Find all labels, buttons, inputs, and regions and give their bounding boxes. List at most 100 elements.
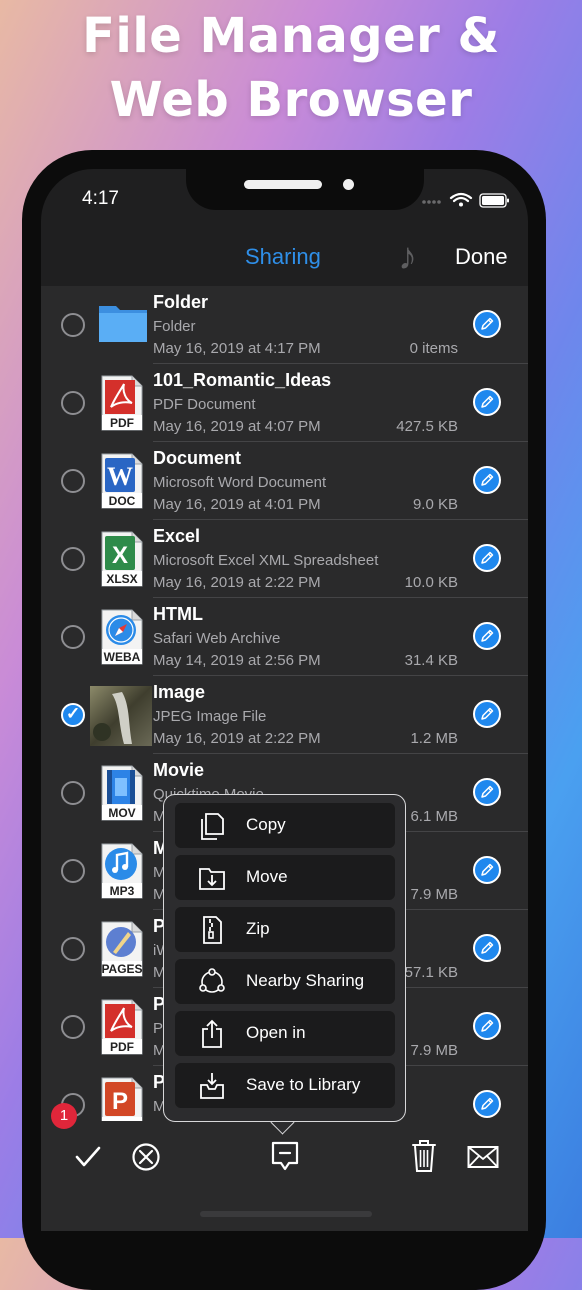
zip-icon [203, 916, 222, 944]
deselect-all-icon[interactable] [130, 1141, 162, 1173]
select-checkbox[interactable] [61, 937, 85, 961]
pages-icon: PAGES [98, 920, 146, 978]
trash-icon[interactable] [410, 1138, 438, 1174]
svg-text:X: X [112, 542, 128, 569]
wifi-icon [449, 192, 473, 203]
edit-pencil-icon[interactable] [473, 622, 501, 650]
file-size: 9.0 KB [412, 496, 458, 513]
edit-pencil-icon[interactable] [473, 856, 501, 884]
done-button[interactable]: Done [455, 244, 508, 270]
menu-item-save-to-library[interactable]: Save to Library [175, 1063, 395, 1108]
edit-pencil-icon[interactable] [473, 934, 501, 962]
svg-text:DOC: DOC [109, 494, 136, 508]
file-name: Folder [153, 292, 209, 312]
select-checkbox[interactable] [61, 313, 85, 337]
file-size: 31.4 KB [404, 652, 458, 669]
menu-item-copy[interactable]: Copy [175, 803, 395, 848]
move-folder-icon [199, 868, 225, 890]
file-type: Microsoft Excel XML Spreadsheet [153, 552, 379, 569]
copy-icon [201, 813, 224, 840]
image-thumbnail [90, 686, 152, 746]
xlsx-icon: X XLSX [98, 530, 146, 588]
file-name: 101_Romantic_Ideas [153, 370, 332, 390]
file-date: May 16, 2019 at 4:17 PM [153, 340, 321, 357]
front-camera [343, 179, 354, 190]
select-checkbox[interactable] [61, 1015, 85, 1039]
menu-item-zip[interactable]: Zip [175, 907, 395, 952]
file-name: Image [153, 682, 206, 702]
edit-pencil-icon[interactable] [473, 310, 501, 338]
select-checkbox[interactable] [61, 859, 85, 883]
svg-text:PDF: PDF [110, 1040, 134, 1054]
menu-item-move[interactable]: Move [175, 855, 395, 900]
selected-checkbox[interactable] [61, 703, 85, 727]
battery-icon [479, 193, 509, 208]
file-row[interactable]: PDF 101_Romantic_Ideas PDF Document May … [41, 364, 528, 442]
file-row[interactable]: Image JPEG Image File May 16, 2019 at 2:… [41, 676, 528, 754]
doc-icon: W DOC [98, 452, 146, 510]
menu-item-nearby-sharing[interactable]: Nearby Sharing [175, 959, 395, 1004]
file-row[interactable]: W DOC Document Microsoft Word Document M… [41, 442, 528, 520]
folder-icon [98, 296, 147, 354]
file-date: May 16, 2019 at 2:22 PM [153, 730, 321, 747]
file-date: May 14, 2019 at 2:56 PM [153, 652, 321, 669]
edit-pencil-icon[interactable] [473, 544, 501, 572]
save-library-icon [200, 1073, 224, 1099]
menu-item-label: Nearby Sharing [246, 971, 365, 990]
file-row[interactable]: Folder Folder May 16, 2019 at 4:17 PM 0 … [41, 286, 528, 364]
edit-pencil-icon[interactable] [473, 1090, 501, 1118]
file-name: Document [153, 448, 242, 468]
file-type: Safari Web Archive [153, 630, 281, 647]
svg-text:PDF: PDF [110, 416, 134, 430]
select-checkbox[interactable] [61, 469, 85, 493]
actions-popup-menu: Copy Move Zip Nearby Sharing Open in Sav… [163, 794, 406, 1122]
mail-icon[interactable] [467, 1145, 499, 1169]
select-checkbox[interactable] [61, 391, 85, 415]
file-type: Microsoft Word Document [153, 474, 327, 491]
music-note-icon[interactable]: ♪ [398, 236, 417, 279]
svg-text:PAGES: PAGES [101, 962, 142, 976]
file-size: 7.9 MB [410, 886, 458, 903]
select-all-checkmark-icon[interactable] [74, 1145, 102, 1169]
sharing-title[interactable]: Sharing [245, 244, 321, 270]
edit-pencil-icon[interactable] [473, 388, 501, 416]
file-type: Folder [153, 318, 196, 335]
file-size: 1.2 MB [410, 730, 458, 747]
nearby-sharing-icon [199, 968, 225, 993]
select-checkbox[interactable] [61, 625, 85, 649]
file-row[interactable]: WEBA HTML Safari Web Archive May 14, 201… [41, 598, 528, 676]
file-date: May 16, 2019 at 4:07 PM [153, 418, 321, 435]
mov-icon: MOV [98, 764, 146, 822]
menu-item-open-in[interactable]: Open in [175, 1011, 395, 1056]
status-time: 4:17 [82, 188, 119, 209]
menu-item-label: Move [246, 867, 288, 886]
speaker-grille [244, 180, 322, 189]
file-size: 427.5 KB [396, 418, 458, 435]
file-size: 10.0 KB [404, 574, 458, 591]
svg-text:WEBA: WEBA [104, 650, 141, 664]
file-type: PDF Document [153, 396, 256, 413]
edit-pencil-icon[interactable] [473, 700, 501, 728]
edit-pencil-icon[interactable] [473, 1012, 501, 1040]
select-checkbox[interactable] [61, 547, 85, 571]
selection-count-badge: 1 [51, 1103, 77, 1129]
file-size: 0 items [409, 340, 458, 357]
file-name: Movie [153, 760, 205, 780]
home-indicator [200, 1211, 372, 1217]
select-checkbox[interactable] [61, 781, 85, 805]
svg-text:MP3: MP3 [110, 884, 135, 898]
file-date: May 16, 2019 at 2:22 PM [153, 574, 321, 591]
menu-item-label: Copy [246, 815, 286, 834]
phone-notch [186, 153, 424, 210]
actions-menu-icon[interactable] [269, 1140, 301, 1174]
file-name: HTML [153, 604, 203, 624]
promo-headline: File Manager & Web Browser [0, 4, 582, 132]
edit-pencil-icon[interactable] [473, 466, 501, 494]
file-row[interactable]: X XLSX Excel Microsoft Excel XML Spreads… [41, 520, 528, 598]
webarchive-icon: WEBA [98, 608, 146, 666]
edit-pencil-icon[interactable] [473, 778, 501, 806]
status-icons [422, 190, 512, 210]
pdf-icon: PDF [98, 998, 146, 1056]
svg-text:MOV: MOV [108, 806, 135, 820]
mp3-icon: MP3 [98, 842, 146, 900]
